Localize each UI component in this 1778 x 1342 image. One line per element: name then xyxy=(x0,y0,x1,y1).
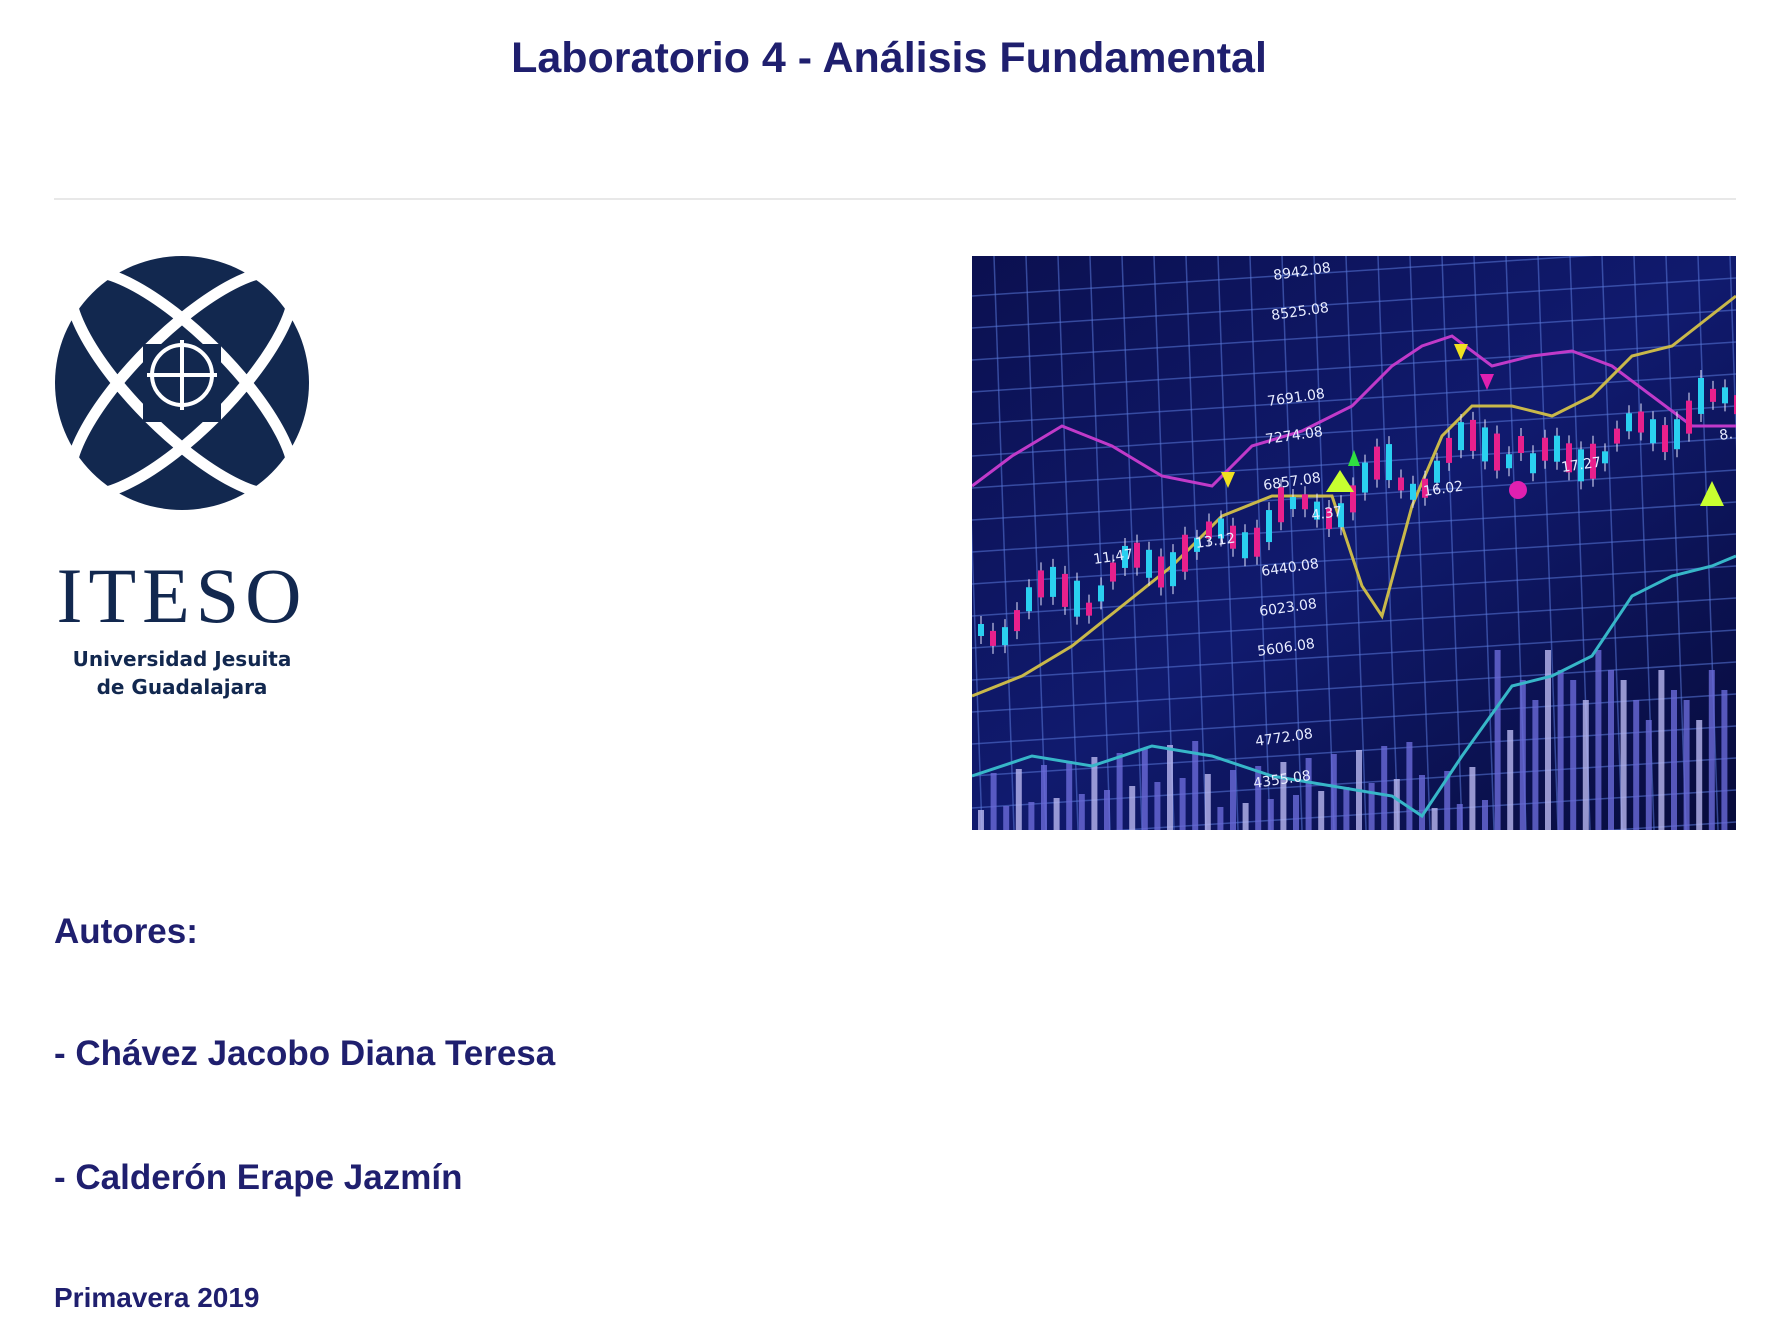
logo-subtitle-line-2: de Guadalajara xyxy=(96,675,268,699)
term-label: Primavera 2019 xyxy=(54,1282,260,1313)
page-title: Laboratorio 4 - Análisis Fundamental xyxy=(511,34,1267,82)
iteso-logo: ITESO Universidad Jesuita de Guadalajara xyxy=(54,255,310,705)
author-2: - Calderón Erape Jazmín xyxy=(54,1158,463,1197)
logo-subtitle: Universidad Jesuita de Guadalajara xyxy=(54,645,310,701)
logo-subtitle-line-1: Universidad Jesuita xyxy=(72,647,292,671)
photo-label: 8. xyxy=(1718,426,1733,444)
divider xyxy=(54,198,1736,200)
iteso-emblem-icon xyxy=(55,256,309,510)
stock-chart-illustration: 8942.088525.087691.087274.086857.086440.… xyxy=(972,256,1736,830)
stock-chart-image: 8942.08 8525.08 7691.08 7274.08 6857.08 6440.… xyxy=(972,256,1736,830)
logo-wordmark: ITESO xyxy=(56,552,308,639)
author-1: - Chávez Jacobo Diana Teresa xyxy=(54,1034,556,1073)
authors-heading: Autores: xyxy=(54,912,198,951)
